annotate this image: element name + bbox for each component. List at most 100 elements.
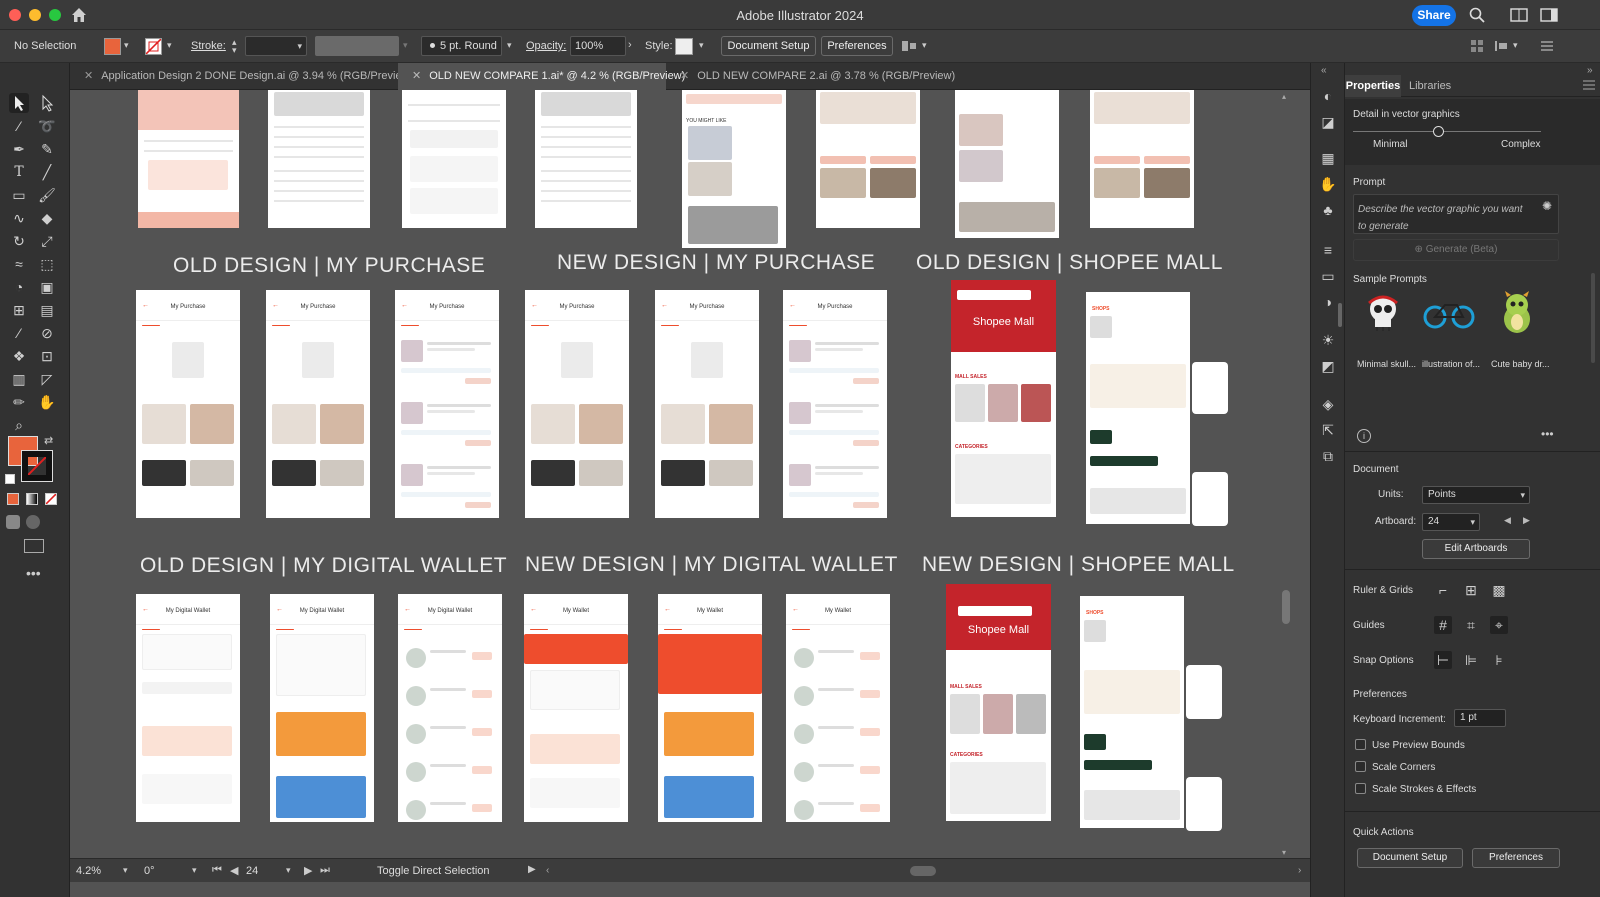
more-tools-icon[interactable]: ••• [26, 565, 41, 581]
line-tool-icon[interactable]: ╱ [37, 162, 57, 182]
rotation-value[interactable]: 0° [144, 865, 155, 877]
artboard-new-shops-list[interactable]: SHOPS [1080, 596, 1184, 828]
close-icon[interactable]: ✕ [84, 70, 93, 82]
more-options-icon[interactable]: ••• [1541, 427, 1554, 441]
chevron-down-icon[interactable]: ▾ [286, 865, 291, 876]
preferences-button[interactable]: Preferences [821, 36, 893, 56]
info-icon[interactable]: i [1357, 429, 1371, 443]
show-guides-icon[interactable]: # [1434, 616, 1452, 634]
chevron-down-icon[interactable]: ▾ [699, 40, 704, 51]
scale-corners-checkbox[interactable] [1355, 761, 1366, 772]
swatches-icon[interactable]: ▦ [1319, 149, 1337, 167]
arrange-documents-icon[interactable] [1510, 7, 1528, 23]
stroke-label[interactable]: Stroke: [191, 40, 226, 52]
previous-artboard-icon[interactable]: ◀ [230, 864, 238, 877]
snap-to-pixel-icon[interactable]: ⊫ [1462, 651, 1480, 669]
slice-tool-icon[interactable]: ◸ [37, 369, 57, 389]
pencil-icon[interactable]: ✏ [9, 392, 29, 412]
panel-menu-icon[interactable] [1540, 39, 1554, 53]
artboard-wallet-menu[interactable] [402, 90, 506, 228]
stroke-swatch[interactable] [145, 38, 162, 55]
strip-scrollbar[interactable] [1338, 303, 1342, 327]
color-guide-icon[interactable]: ◪ [1319, 113, 1337, 131]
brush-definition[interactable]: 5 pt. Round [421, 36, 502, 56]
rulers-icon[interactable]: ⌐ [1434, 581, 1452, 599]
color-icon[interactable]: ◐ [1319, 87, 1337, 105]
last-artboard-icon[interactable]: ⏭ [320, 864, 330, 877]
layers-icon[interactable]: ◈ [1319, 395, 1337, 413]
perspective-grid-icon[interactable]: ⊞ [9, 300, 29, 320]
live-paint-icon[interactable]: ▣ [37, 277, 57, 297]
keyboard-increment-field[interactable]: 1 pt [1454, 709, 1506, 727]
stroke-panel-icon[interactable]: ≡ [1319, 241, 1337, 259]
free-transform-icon[interactable]: ⬚ [37, 254, 57, 274]
artboard-select[interactable]: 24 ▾ [1422, 513, 1480, 531]
generate-button[interactable]: ⊕ Generate (Beta) [1353, 239, 1559, 261]
appearance-icon[interactable]: ☀ [1319, 331, 1337, 349]
graphic-styles-icon[interactable]: ◩ [1319, 357, 1337, 375]
previous-artboard-icon[interactable]: ◀ [1504, 515, 1511, 526]
grid-icon[interactable]: ⊞ [1462, 581, 1480, 599]
chevron-down-icon[interactable]: ▾ [167, 40, 172, 51]
detail-slider-thumb[interactable] [1432, 126, 1444, 137]
artboard-wallet-3[interactable]: My Digital Wallet ← [398, 594, 502, 822]
scale-tool-icon[interactable]: ⤢ [37, 231, 57, 251]
direct-selection-tool-icon[interactable] [37, 93, 57, 113]
artboard-my-purchase-3[interactable]: My Purchase ← [395, 290, 499, 518]
paintbrush-icon[interactable]: 🖌 [37, 185, 57, 205]
brushes-icon[interactable]: ✋ [1319, 175, 1337, 193]
graphic-style-swatch[interactable] [675, 38, 693, 55]
warp-tool-icon[interactable]: ≈ [9, 254, 29, 274]
distribute-icon[interactable] [1494, 39, 1510, 53]
artboard-you-might-like-old[interactable]: YOU MIGHT LIKE [682, 90, 786, 248]
transparency-grid-icon[interactable]: ▩ [1490, 581, 1508, 599]
quick-preferences-button[interactable]: Preferences [1472, 848, 1560, 868]
lightbulb-icon[interactable]: ✺ [1542, 199, 1552, 213]
chevron-right-icon[interactable]: › [628, 39, 632, 51]
artboard-new-shop-extra-a[interactable] [1186, 665, 1222, 719]
draw-behind-icon[interactable] [26, 515, 40, 529]
artboard-old-settings[interactable] [268, 90, 370, 228]
artboard-wallet-5[interactable]: My Wallet ← [658, 594, 762, 822]
eyedropper-icon[interactable]: ⁄ [9, 323, 29, 343]
artboard-my-purchase-2[interactable]: My Purchase ← [266, 290, 370, 518]
status-menu-icon[interactable]: ▶ [528, 864, 536, 875]
close-icon[interactable]: ✕ [412, 70, 421, 82]
blend-tool-icon[interactable]: ⊘ [37, 323, 57, 343]
snap-to-glyph-icon[interactable]: ⊧ [1490, 651, 1508, 669]
chevron-down-icon[interactable]: ▾ [192, 865, 197, 876]
artboard-old-shops-list[interactable]: SHOPS [1086, 292, 1190, 524]
export-icon[interactable]: ⇱ [1319, 421, 1337, 439]
artboard-tool-icon[interactable]: ⊡ [37, 346, 57, 366]
opacity-label[interactable]: Opacity: [526, 40, 566, 52]
gradient-tool-icon[interactable]: ▤ [37, 300, 57, 320]
opacity-field[interactable]: 100% [570, 36, 626, 56]
collapse-panels-icon[interactable]: « [1321, 65, 1327, 76]
document-setup-button[interactable]: Document Setup [721, 36, 816, 56]
snap-to-point-icon[interactable]: ⊢ [1434, 651, 1452, 669]
tab-old-new-compare-1[interactable]: ✕ OLD NEW COMPARE 1.ai* @ 4.2 % (RGB/Prev… [398, 63, 685, 90]
tab-properties[interactable]: Properties [1345, 75, 1401, 97]
magic-wand-icon[interactable]: ⁄ [9, 116, 29, 136]
artboard-my-purchase-6[interactable]: My Purchase ← [783, 290, 887, 518]
artboard-new-shop-extra-b[interactable] [1186, 777, 1222, 831]
shape-builder-icon[interactable]: ◔ [9, 277, 29, 297]
artboard-wallet-2[interactable]: My Digital Wallet ← [270, 594, 374, 822]
gradient-mode-icon[interactable] [26, 493, 38, 505]
artboard-old-shop-extra-b[interactable] [1192, 472, 1228, 526]
artboard-old-shop-extra-a[interactable] [1192, 362, 1228, 414]
prompt-input[interactable]: Describe the vector graphic you want to … [1353, 194, 1559, 234]
chevron-down-icon[interactable]: ▾ [124, 40, 129, 51]
scroll-right-icon[interactable]: › [1298, 865, 1301, 876]
chevron-down-icon[interactable]: ▾ [507, 40, 512, 51]
artboard-new-settings[interactable] [535, 90, 637, 228]
close-icon[interactable]: ✕ [680, 70, 689, 82]
chevron-down-icon[interactable]: ▾ [922, 40, 927, 51]
panel-scrollbar[interactable] [1591, 273, 1595, 363]
artboard-wallet-4[interactable]: My Wallet ← [524, 594, 628, 822]
next-artboard-icon[interactable]: ▶ [304, 864, 312, 877]
units-select[interactable]: Points ▾ [1422, 486, 1530, 504]
next-artboard-icon[interactable]: ▶ [1523, 515, 1530, 526]
scale-strokes-checkbox[interactable] [1355, 783, 1366, 794]
default-colors-icon[interactable] [5, 474, 15, 484]
